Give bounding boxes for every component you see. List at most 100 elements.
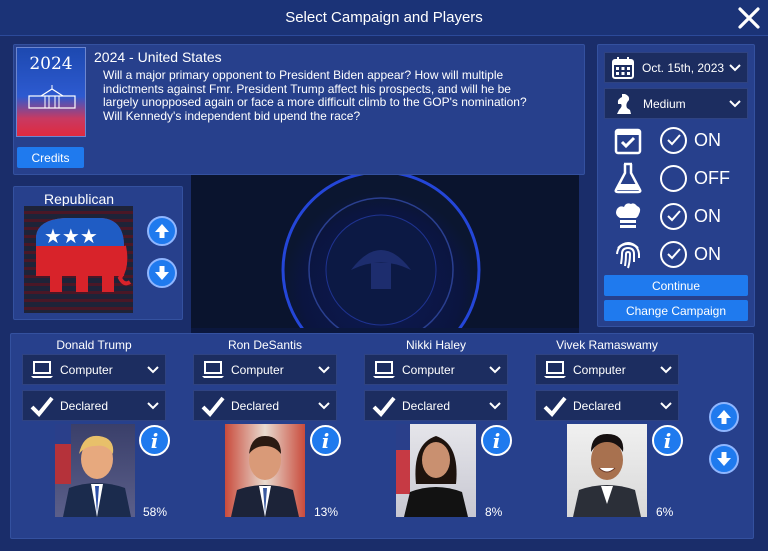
republican-elephant-logo: ★★★ bbox=[24, 206, 133, 313]
toggle-state: ON bbox=[694, 129, 721, 150]
checkmark-icon bbox=[201, 396, 225, 417]
difficulty-dropdown[interactable]: Medium bbox=[604, 88, 748, 119]
toggle-check-icon[interactable] bbox=[660, 126, 687, 154]
chevron-down-icon bbox=[729, 63, 741, 71]
toggle-off-circle[interactable] bbox=[660, 164, 687, 192]
chevron-down-icon bbox=[660, 365, 672, 373]
party-up-button[interactable] bbox=[147, 216, 177, 246]
player-control-dropdown[interactable]: Computer bbox=[535, 354, 679, 385]
player-status-dropdown[interactable]: Declared bbox=[535, 390, 679, 421]
flask-icon bbox=[612, 162, 644, 194]
player-portrait bbox=[225, 424, 305, 517]
info-icon: i bbox=[321, 428, 330, 453]
toggle-state: OFF bbox=[694, 167, 730, 188]
change-campaign-button[interactable]: Change Campaign bbox=[604, 300, 748, 321]
toggle-state: ON bbox=[694, 243, 721, 264]
player-control-value: Computer bbox=[402, 362, 455, 377]
players-down-button[interactable] bbox=[709, 444, 739, 474]
players-up-button[interactable] bbox=[709, 402, 739, 432]
player-name: Ron DeSantis bbox=[227, 338, 303, 352]
arrow-down-icon bbox=[155, 266, 169, 280]
player-status-dropdown[interactable]: Declared bbox=[22, 390, 166, 421]
toggle-row-flask[interactable]: OFF bbox=[612, 162, 752, 194]
chevron-down-icon bbox=[729, 99, 741, 107]
player-control-dropdown[interactable]: Computer bbox=[22, 354, 166, 385]
player-control-value: Computer bbox=[231, 362, 284, 377]
arrow-up-icon bbox=[717, 410, 731, 424]
info-icon: i bbox=[663, 428, 672, 453]
continue-button[interactable]: Continue bbox=[604, 275, 748, 296]
player-control-value: Computer bbox=[573, 362, 626, 377]
chess-knight-icon bbox=[617, 93, 631, 114]
player-percent: 6% bbox=[656, 505, 674, 519]
checkmark-icon bbox=[543, 396, 567, 417]
date-value: Oct. 15th, 2023 bbox=[642, 60, 725, 75]
player-name: Nikki Haley bbox=[405, 338, 466, 352]
laptop-icon bbox=[544, 360, 566, 378]
party-name: Republican bbox=[43, 191, 115, 207]
laptop-icon bbox=[373, 360, 395, 378]
toggle-state: ON bbox=[694, 205, 721, 226]
difficulty-value: Medium bbox=[643, 96, 686, 111]
player-status-value: Declared bbox=[573, 398, 622, 413]
calendar-icon bbox=[612, 56, 634, 79]
fingerprint-icon bbox=[612, 238, 644, 270]
date-dropdown[interactable]: Oct. 15th, 2023 bbox=[604, 52, 748, 83]
player-name: Donald Trump bbox=[56, 338, 132, 352]
toggle-row-fingerprint[interactable]: ON bbox=[612, 238, 752, 270]
party-down-button[interactable] bbox=[147, 258, 177, 288]
laptop-icon bbox=[31, 360, 53, 378]
scenario-image: 2024 bbox=[16, 47, 86, 137]
arrow-down-icon bbox=[717, 452, 731, 466]
scenario-title: 2024 - United States bbox=[94, 49, 222, 65]
svg-text:★★★: ★★★ bbox=[44, 224, 98, 248]
close-button[interactable] bbox=[734, 3, 764, 33]
calendar-check-icon bbox=[612, 124, 644, 156]
toggle-check-icon[interactable] bbox=[660, 202, 687, 230]
player-control-value: Computer bbox=[60, 362, 113, 377]
toggle-row-chef[interactable]: ON bbox=[612, 200, 752, 232]
chevron-down-icon bbox=[318, 401, 330, 409]
player-portrait bbox=[55, 424, 135, 517]
player-info-button[interactable]: i bbox=[139, 425, 170, 456]
toggle-row-calendar[interactable]: ON bbox=[612, 124, 752, 156]
chevron-down-icon bbox=[660, 401, 672, 409]
arrow-up-icon bbox=[155, 224, 169, 238]
presidential-seal-image bbox=[191, 175, 579, 328]
chevron-down-icon bbox=[489, 365, 501, 373]
credits-button[interactable]: Credits bbox=[17, 147, 84, 168]
title-bar: Select Campaign and Players bbox=[0, 0, 768, 36]
player-control-dropdown[interactable]: Computer bbox=[193, 354, 337, 385]
player-portrait bbox=[567, 424, 647, 517]
player-portrait bbox=[396, 424, 476, 517]
chevron-down-icon bbox=[147, 365, 159, 373]
chevron-down-icon bbox=[147, 401, 159, 409]
window-title: Select Campaign and Players bbox=[285, 9, 483, 26]
chevron-down-icon bbox=[318, 365, 330, 373]
player-percent: 8% bbox=[485, 505, 503, 519]
close-icon bbox=[738, 7, 760, 29]
player-name: Vivek Ramaswamy bbox=[556, 338, 658, 352]
player-status-value: Declared bbox=[60, 398, 109, 413]
info-icon: i bbox=[150, 428, 159, 453]
chevron-down-icon bbox=[489, 401, 501, 409]
player-status-value: Declared bbox=[402, 398, 451, 413]
player-percent: 13% bbox=[314, 505, 339, 519]
checkmark-icon bbox=[372, 396, 396, 417]
player-info-button[interactable]: i bbox=[310, 425, 341, 456]
chef-hat-icon bbox=[612, 200, 644, 232]
info-icon: i bbox=[492, 428, 501, 453]
toggle-check-icon[interactable] bbox=[660, 240, 687, 268]
player-status-dropdown[interactable]: Declared bbox=[193, 390, 337, 421]
scenario-description: Will a major primary opponent to Preside… bbox=[103, 68, 527, 123]
player-info-button[interactable]: i bbox=[652, 425, 683, 456]
player-status-dropdown[interactable]: Declared bbox=[364, 390, 508, 421]
white-house-icon bbox=[28, 85, 76, 109]
checkmark-icon bbox=[30, 396, 54, 417]
player-percent: 58% bbox=[143, 505, 168, 519]
player-status-value: Declared bbox=[231, 398, 280, 413]
player-info-button[interactable]: i bbox=[481, 425, 512, 456]
scenario-year: 2024 bbox=[29, 54, 73, 74]
laptop-icon bbox=[202, 360, 224, 378]
player-control-dropdown[interactable]: Computer bbox=[364, 354, 508, 385]
